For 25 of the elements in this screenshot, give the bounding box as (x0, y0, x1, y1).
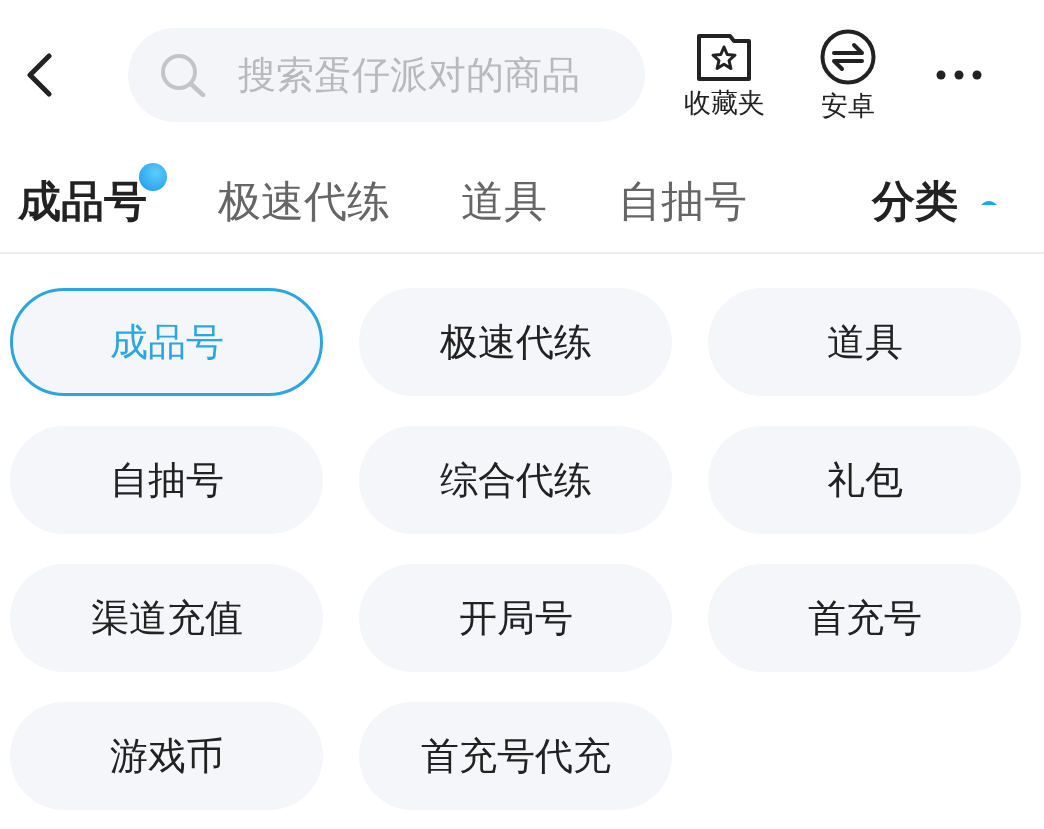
tab[interactable]: 道具 (461, 175, 547, 227)
back-chevron-icon (26, 53, 52, 97)
tab[interactable]: 自抽号 (618, 175, 747, 227)
category-chip[interactable]: 道具 (708, 288, 1021, 396)
category-chip[interactable]: 首充号 (708, 564, 1021, 672)
search-icon (160, 53, 206, 97)
favorites-button[interactable]: 收藏夹 (674, 32, 774, 118)
category-label: 分类 (872, 175, 958, 227)
tab[interactable]: 极速代练 (218, 175, 390, 227)
category-chip[interactable]: 开局号 (359, 564, 672, 672)
folder-star-icon (696, 32, 752, 82)
category-toggle[interactable]: 分类 (872, 175, 998, 227)
category-chip[interactable]: 渠道充值 (10, 564, 323, 672)
search-field[interactable]: 搜索蛋仔派对的商品 (128, 28, 645, 122)
back-button[interactable] (24, 51, 54, 99)
category-chip[interactable]: 极速代练 (359, 288, 672, 396)
swap-arrows-icon (820, 29, 876, 85)
category-chip[interactable]: 首充号代充 (359, 702, 672, 810)
category-chip[interactable]: 礼包 (708, 426, 1021, 534)
more-dots-icon (936, 70, 982, 80)
category-chip[interactable]: 游戏币 (10, 702, 323, 810)
category-chip[interactable]: 自抽号 (10, 426, 323, 534)
platform-button[interactable]: 安卓 (798, 29, 898, 121)
category-chip[interactable]: 综合代练 (359, 426, 672, 534)
tab[interactable]: 成品号 (18, 175, 147, 227)
